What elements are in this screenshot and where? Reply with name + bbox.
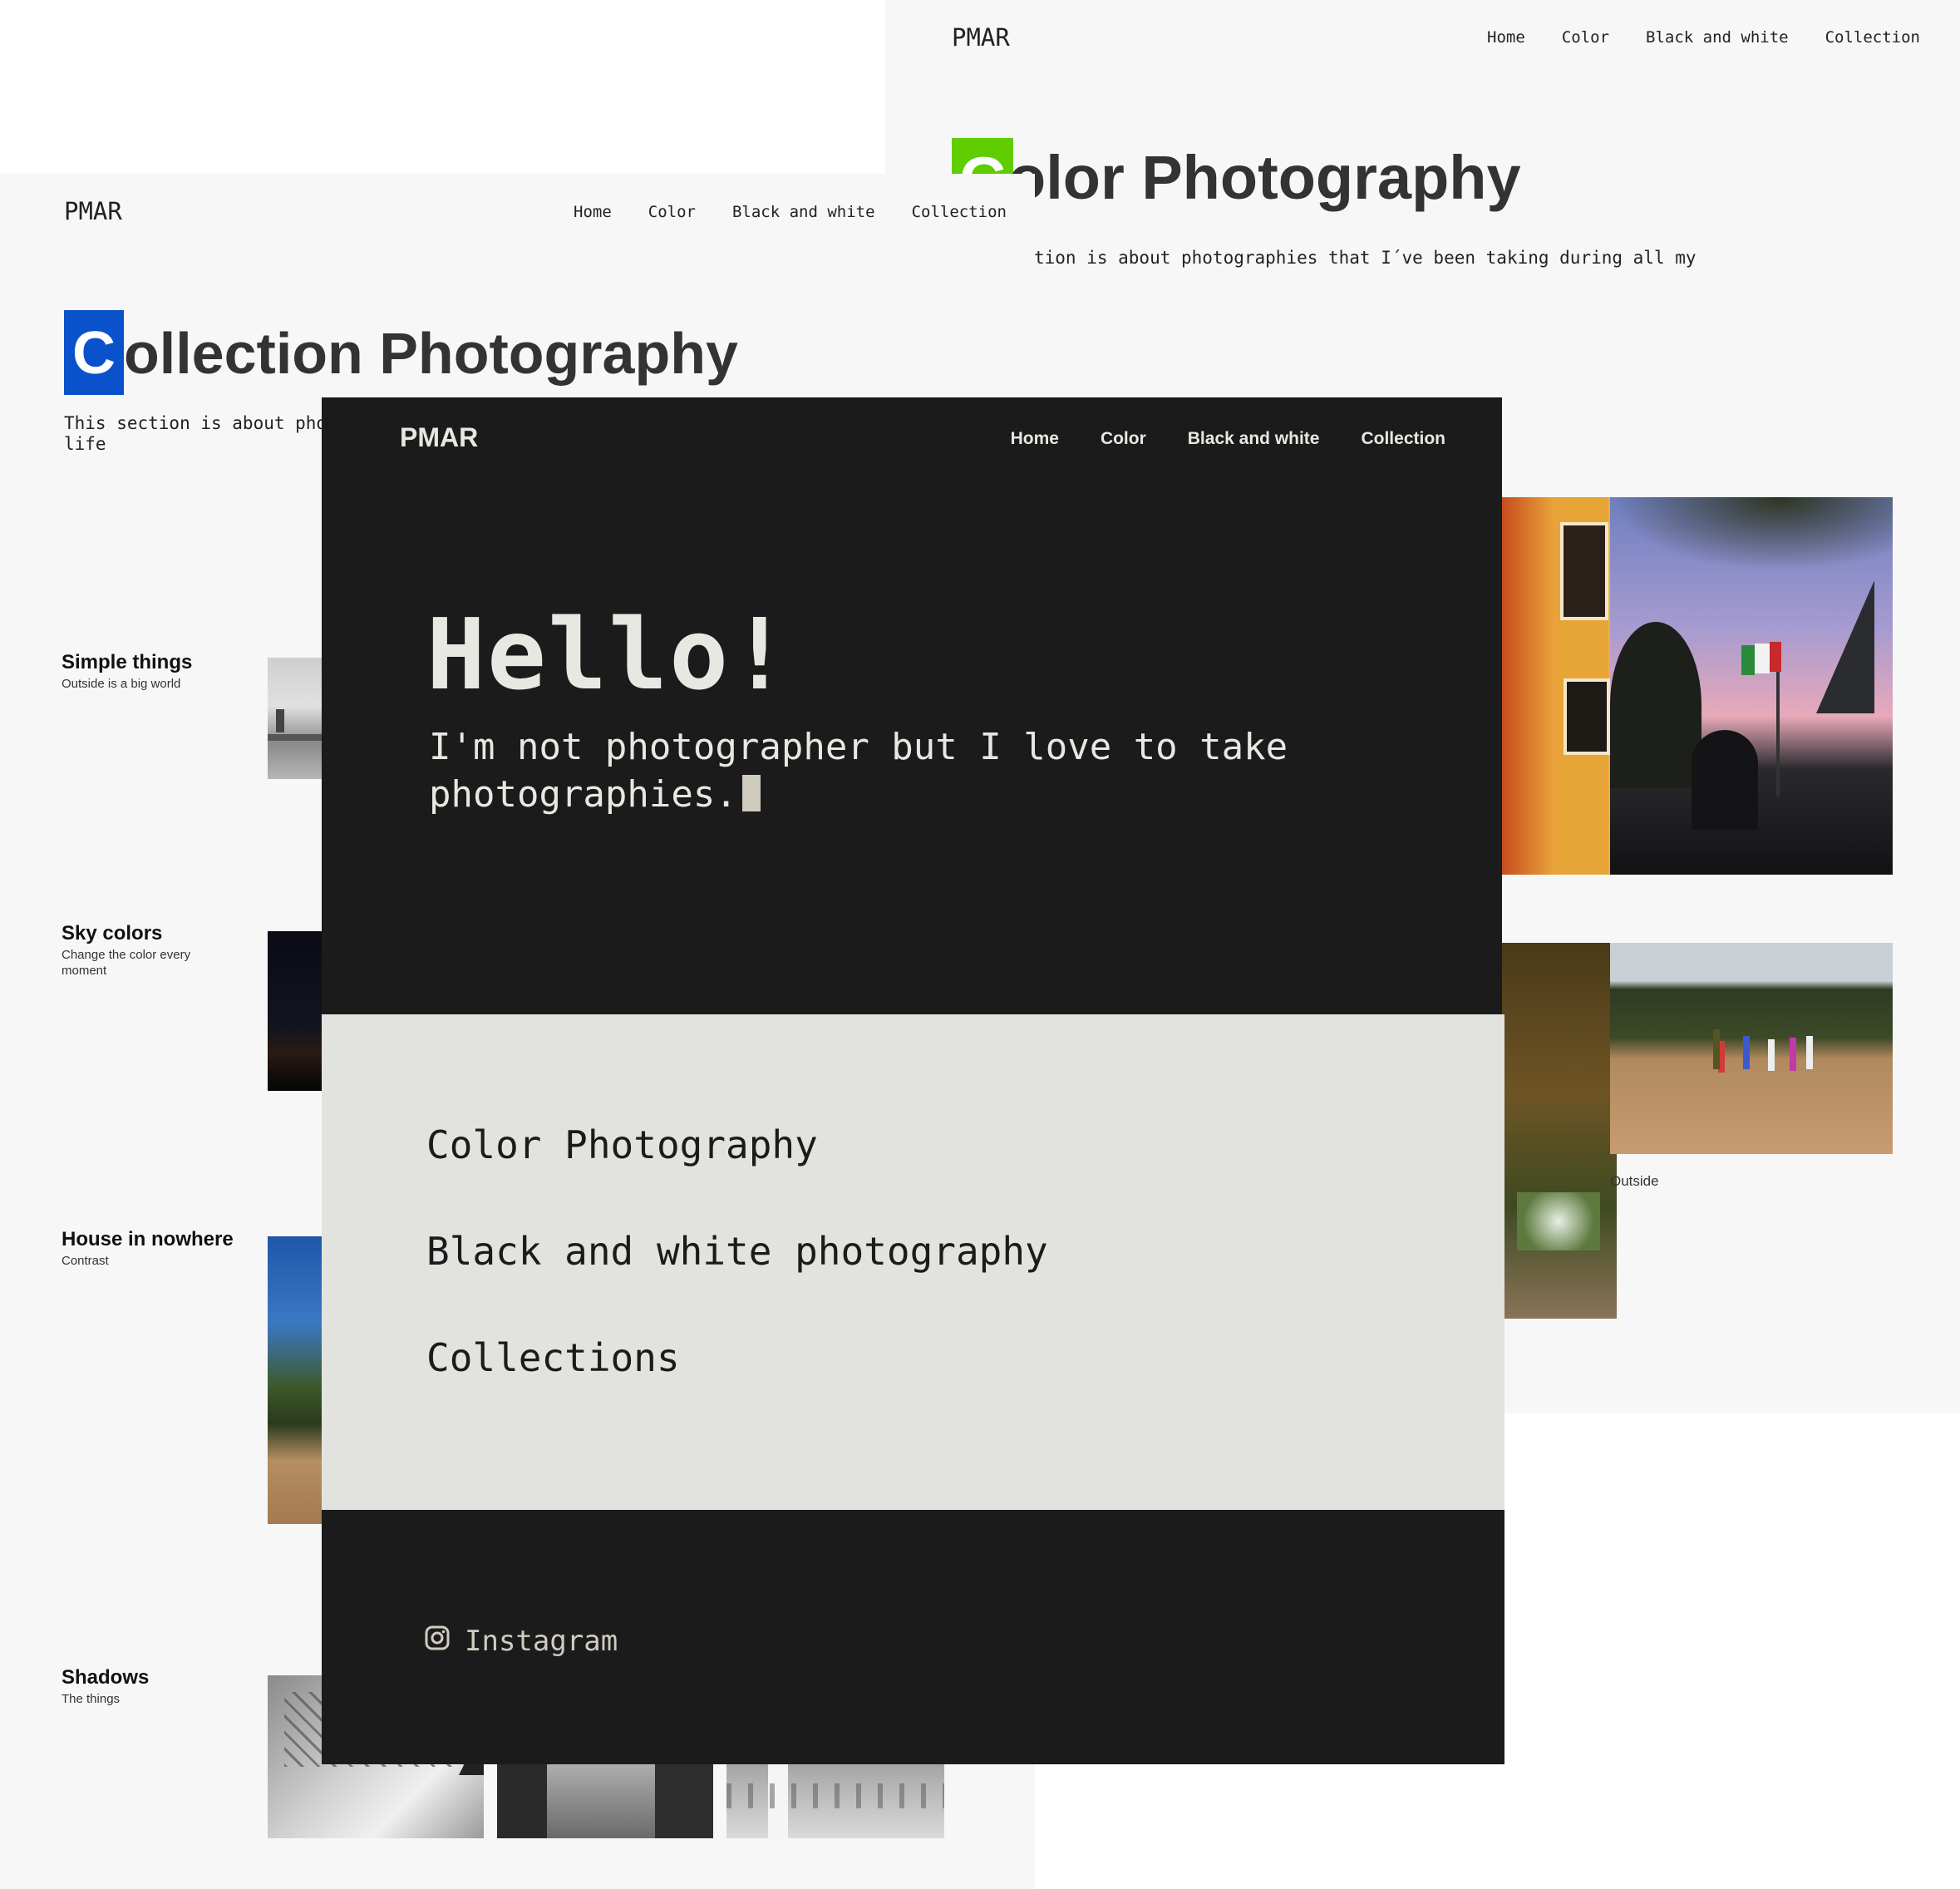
nav-collection[interactable]: Collection bbox=[1361, 429, 1445, 449]
photo-outside-field[interactable] bbox=[1610, 943, 1893, 1154]
intro-text: I'm not photographer but I love to take … bbox=[429, 726, 1288, 816]
nav-color[interactable]: Color bbox=[1562, 28, 1609, 47]
instagram-icon bbox=[425, 1625, 450, 1658]
title-initial-block: C bbox=[64, 310, 124, 395]
photo-house-facade[interactable] bbox=[1500, 497, 1617, 875]
link-collections[interactable]: Collections bbox=[426, 1335, 680, 1380]
collection-item[interactable]: Sky colors Change the color every moment bbox=[62, 922, 211, 979]
top-nav: Home Color Black and white Collection bbox=[1011, 429, 1445, 449]
photo-garden-path[interactable] bbox=[1500, 943, 1617, 1319]
nav-black-and-white[interactable]: Black and white bbox=[1646, 28, 1789, 47]
section-links: Color Photography Black and white photog… bbox=[322, 1014, 1504, 1510]
nav-home[interactable]: Home bbox=[574, 203, 612, 221]
photo-flag-dusk[interactable] bbox=[1610, 497, 1893, 875]
home-page: PMAR Home Color Black and white Collecti… bbox=[322, 397, 1504, 1764]
nav-collection[interactable]: Collection bbox=[912, 203, 1007, 221]
text-cursor bbox=[741, 775, 761, 811]
collection-subtitle: Contrast bbox=[62, 1254, 109, 1268]
nav-home[interactable]: Home bbox=[1011, 429, 1059, 449]
title-text: olor Photography bbox=[1008, 143, 1521, 212]
collection-title: Shadows bbox=[62, 1666, 150, 1689]
hero-section: PMAR Home Color Black and white Collecti… bbox=[322, 397, 1502, 1014]
page-title: C ollection Photography bbox=[64, 310, 738, 397]
nav-home[interactable]: Home bbox=[1487, 28, 1525, 47]
nav-black-and-white[interactable]: Black and white bbox=[1188, 429, 1320, 449]
collection-subtitle: The things bbox=[62, 1692, 121, 1706]
brand-logo[interactable]: PMAR bbox=[64, 197, 122, 225]
nav-black-and-white[interactable]: Black and white bbox=[732, 203, 875, 221]
collection-title: Simple things bbox=[62, 651, 193, 673]
collection-title: Sky colors bbox=[62, 922, 163, 944]
collection-item[interactable]: Shadows The things bbox=[62, 1666, 211, 1707]
collection-subtitle: Outside is a big world bbox=[62, 677, 181, 691]
collection-item[interactable]: House in nowhere Contrast bbox=[62, 1228, 234, 1269]
instagram-link[interactable]: Instagram bbox=[425, 1625, 618, 1658]
nav-color[interactable]: Color bbox=[648, 203, 696, 221]
photo-caption: Outside bbox=[1610, 1173, 1659, 1189]
brand-logo[interactable]: PMAR bbox=[400, 422, 478, 453]
nav-color[interactable]: Color bbox=[1101, 429, 1146, 449]
footer: Instagram bbox=[322, 1510, 1504, 1764]
title-text: ollection Photography bbox=[124, 321, 738, 386]
collection-title: House in nowhere bbox=[62, 1228, 234, 1250]
collection-subtitle: Change the color every moment bbox=[62, 948, 191, 978]
collection-item[interactable]: Simple things Outside is a big world bbox=[62, 651, 211, 692]
page-title: C olor Photography bbox=[952, 138, 1521, 226]
link-color-photography[interactable]: Color Photography bbox=[426, 1122, 818, 1167]
page-description: tion is about photographies that I´ve be… bbox=[1034, 248, 1697, 268]
top-nav: Home Color Black and white Collection bbox=[574, 203, 1007, 221]
top-nav: Home Color Black and white Collection bbox=[1487, 28, 1920, 47]
link-black-and-white-photography[interactable]: Black and white photography bbox=[426, 1229, 1048, 1274]
brand-logo[interactable]: PMAR bbox=[952, 23, 1010, 52]
nav-collection[interactable]: Collection bbox=[1825, 28, 1920, 47]
hero-intro: I'm not photographer but I love to take … bbox=[429, 723, 1343, 818]
hero-heading: Hello! bbox=[426, 597, 791, 712]
instagram-label: Instagram bbox=[465, 1625, 618, 1658]
